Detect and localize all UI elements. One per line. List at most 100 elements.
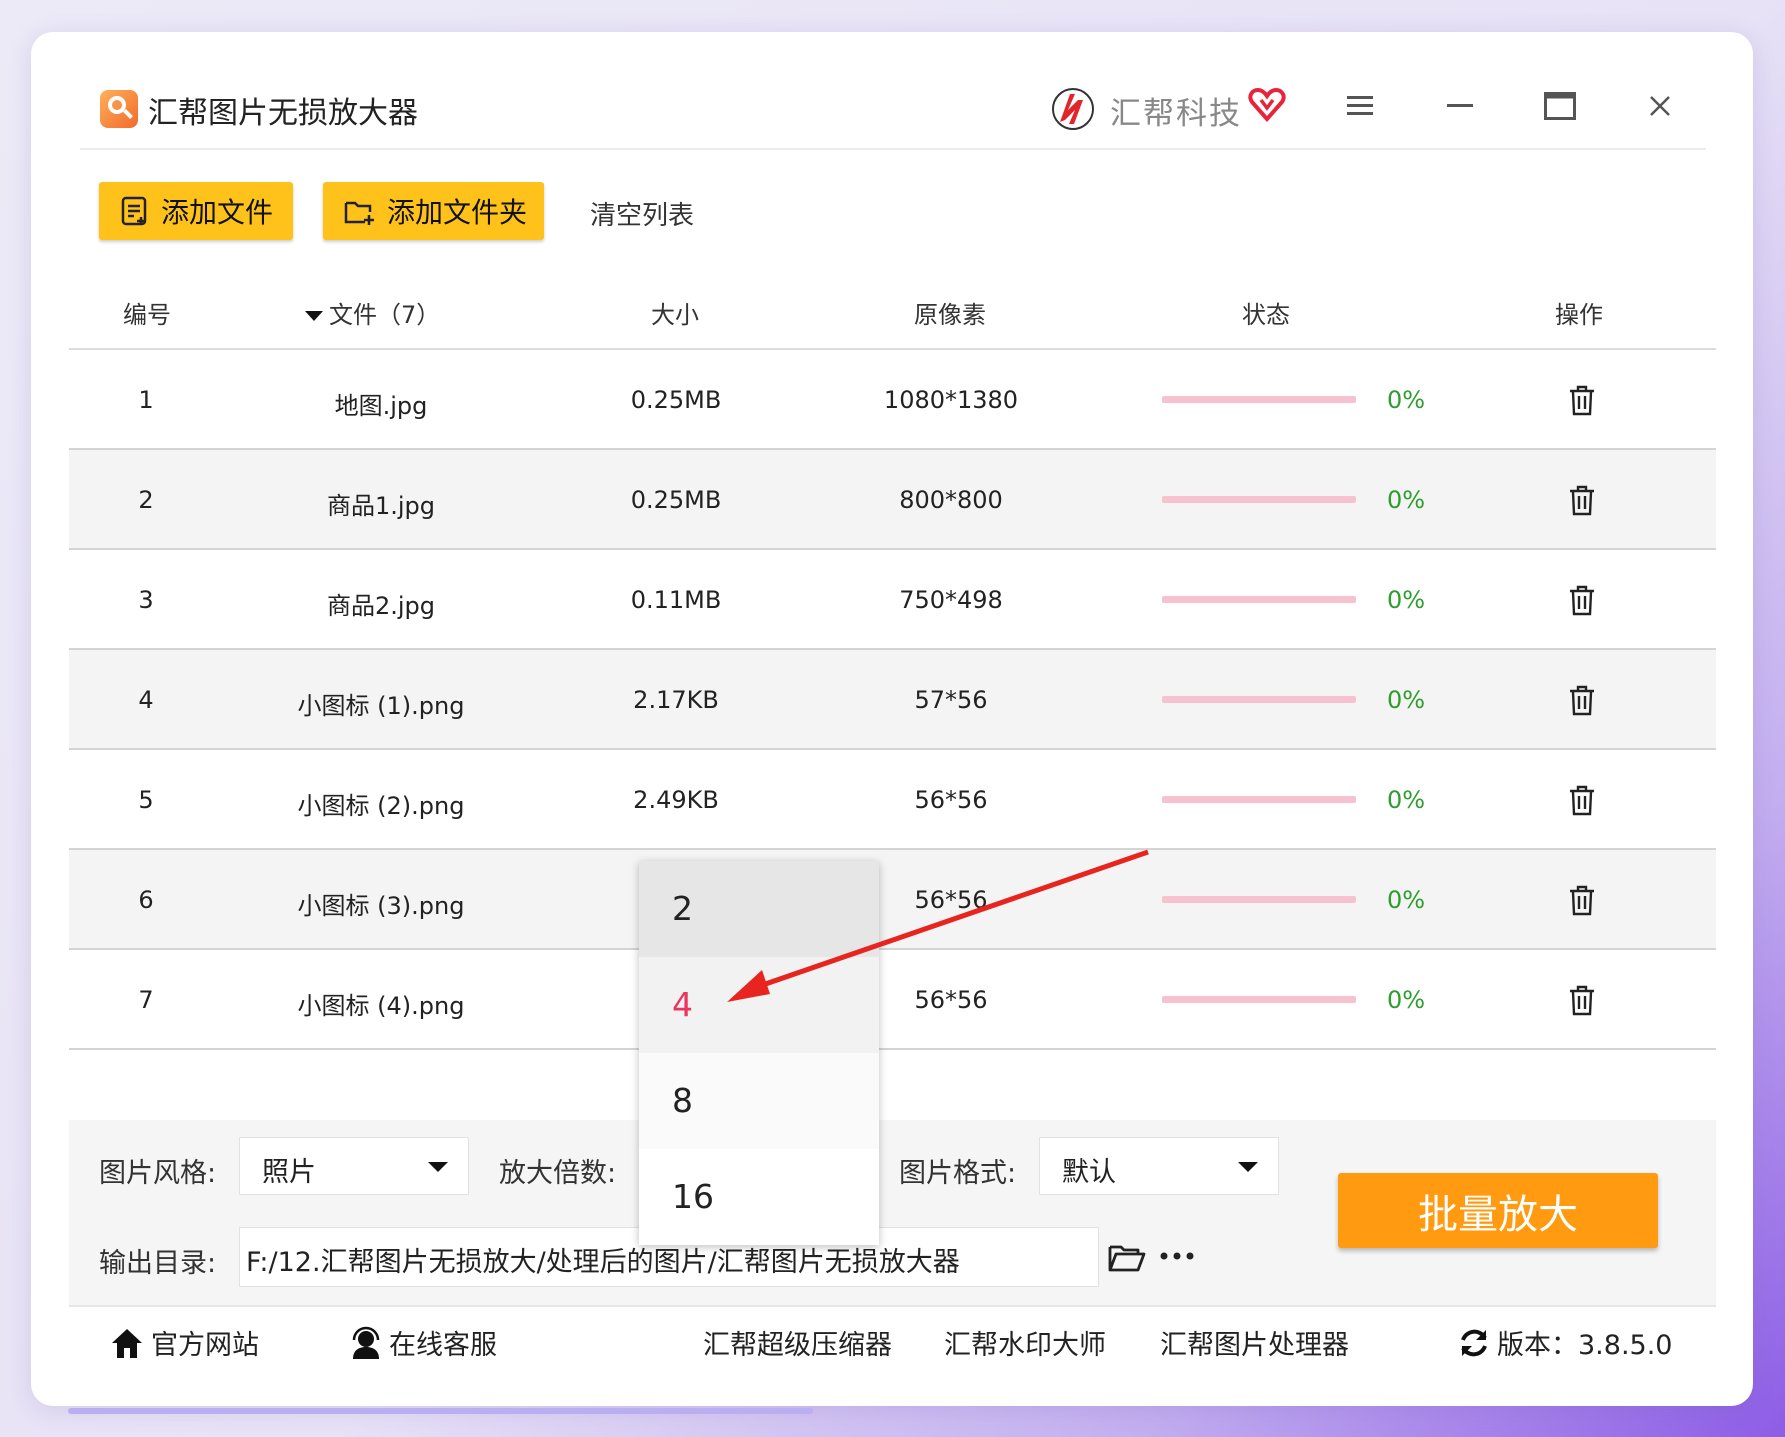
style-label: 图片风格: — [99, 1158, 217, 1189]
app-logo-icon — [100, 90, 138, 128]
trash-icon[interactable] — [1568, 684, 1596, 716]
row-file-name: 商品2.jpg — [326, 592, 436, 620]
row-pixels: 57*56 — [914, 686, 988, 714]
format-value: 默认 — [1062, 1157, 1116, 1188]
table-row[interactable]: 1 地图.jpg 0.25MB 1080*1380 0% — [69, 350, 1716, 450]
header-file[interactable]: 文件（7） — [305, 295, 440, 330]
output-label: 输出目录: — [99, 1248, 217, 1279]
header-action: 操作 — [1555, 301, 1603, 329]
batch-enlarge-button[interactable]: 批量放大 — [1338, 1173, 1658, 1248]
format-label: 图片格式: — [899, 1158, 1017, 1189]
footer: 官方网站 在线客服 汇帮超级压缩器 汇帮水印大师 汇帮图片处理器 版本：3.8.… — [69, 1305, 1716, 1375]
trash-icon[interactable] — [1568, 584, 1596, 616]
compressor-link[interactable]: 汇帮超级压缩器 — [703, 1323, 892, 1362]
trash-icon[interactable] — [1568, 884, 1596, 916]
progress-percent: 0% — [1386, 886, 1426, 914]
table-row[interactable]: 5 小图标 (2).png 2.49KB 56*56 0% — [69, 750, 1716, 850]
table-row[interactable]: 7 小图标 (4).png 56*56 0% — [69, 950, 1716, 1050]
chevron-down-icon — [1238, 1162, 1258, 1172]
progress-bar — [1162, 596, 1356, 603]
row-index: 6 — [138, 886, 154, 914]
support-label: 在线客服 — [389, 1330, 497, 1361]
row-file-name: 小图标 (4).png — [297, 992, 465, 1020]
scale-option-4[interactable]: 4 — [639, 957, 879, 1053]
row-size: 2.49KB — [633, 786, 719, 814]
row-pixels: 800*800 — [899, 486, 1003, 514]
file-table: 编号 文件（7） 大小 原像素 状态 操作 1 地图.jpg 0.25MB 1080*… — [69, 270, 1716, 1050]
menu-icon[interactable] — [1335, 86, 1385, 126]
add-folder-icon — [344, 201, 374, 225]
row-index: 2 — [138, 486, 154, 514]
progress-bar — [1162, 996, 1356, 1003]
format-select[interactable]: 默认 — [1039, 1137, 1279, 1195]
maximize-icon[interactable] — [1535, 86, 1585, 126]
home-icon — [112, 1328, 142, 1358]
table-body: 1 地图.jpg 0.25MB 1080*1380 0% 2 商品1.jpg 0.25MB 80… — [69, 350, 1716, 1050]
progress-bar — [1162, 696, 1356, 703]
scale-option-2[interactable]: 2 — [639, 861, 879, 957]
trash-icon[interactable] — [1568, 984, 1596, 1016]
progress-bar — [1162, 896, 1356, 903]
title-bar: 汇帮图片无损放大器 汇帮科技 — [80, 58, 1706, 150]
header-pixels: 原像素 — [914, 301, 986, 329]
table-row[interactable]: 2 商品1.jpg 0.25MB 800*800 0% — [69, 450, 1716, 550]
trash-icon[interactable] — [1568, 784, 1596, 816]
trash-icon[interactable] — [1568, 484, 1596, 516]
scale-option-16[interactable]: 16 — [639, 1149, 879, 1245]
header-status: 状态 — [1242, 301, 1290, 329]
progress-percent: 0% — [1386, 586, 1426, 614]
version-info[interactable]: 版本：3.8.5.0 — [1457, 1323, 1672, 1362]
row-pixels: 56*56 — [914, 786, 988, 814]
more-options-icon[interactable] — [1160, 1251, 1196, 1261]
add-folder-label: 添加文件夹 — [387, 196, 528, 229]
progress-bar — [1162, 496, 1356, 503]
website-link[interactable]: 官方网站 — [109, 1323, 259, 1362]
row-index: 7 — [138, 986, 154, 1014]
sort-caret-icon — [305, 311, 323, 321]
style-select[interactable]: 照片 — [239, 1137, 469, 1195]
header-index: 编号 — [123, 301, 171, 329]
row-pixels: 750*498 — [899, 586, 1003, 614]
support-agent-icon — [352, 1326, 380, 1359]
trash-icon[interactable] — [1568, 384, 1596, 416]
website-label: 官方网站 — [151, 1330, 259, 1361]
add-file-icon — [121, 196, 147, 226]
brand-name: 汇帮科技 — [1110, 96, 1242, 132]
watermark-link[interactable]: 汇帮水印大师 — [944, 1323, 1106, 1362]
table-row[interactable]: 3 商品2.jpg 0.11MB 750*498 0% — [69, 550, 1716, 650]
row-index: 3 — [138, 586, 154, 614]
table-row[interactable]: 4 小图标 (1).png 2.17KB 57*56 0% — [69, 650, 1716, 750]
progress-percent: 0% — [1386, 686, 1426, 714]
row-size: 0.25MB — [630, 486, 722, 514]
progress-percent: 0% — [1386, 386, 1426, 414]
chevron-down-icon — [428, 1162, 448, 1172]
row-file-name: 地图.jpg — [334, 392, 428, 420]
scale-dropdown: 2 4 8 16 — [639, 861, 879, 1245]
add-folder-button[interactable]: 添加文件夹 — [323, 182, 544, 240]
row-file-name: 小图标 (2).png — [297, 792, 465, 820]
style-value: 照片 — [262, 1157, 316, 1188]
minimize-icon[interactable] — [1435, 86, 1485, 126]
scale-option-8[interactable]: 8 — [639, 1053, 879, 1149]
brand-logo-icon — [1052, 88, 1094, 130]
row-index: 1 — [138, 386, 154, 414]
add-file-label: 添加文件 — [161, 196, 274, 229]
add-file-button[interactable]: 添加文件 — [99, 182, 293, 240]
folder-open-icon[interactable] — [1108, 1241, 1146, 1273]
version-label: 版本：3.8.5.0 — [1497, 1330, 1673, 1361]
row-size: 0.25MB — [630, 386, 722, 414]
processor-link[interactable]: 汇帮图片处理器 — [1160, 1323, 1349, 1362]
progress-percent: 0% — [1386, 486, 1426, 514]
close-icon[interactable] — [1635, 86, 1685, 126]
row-index: 4 — [138, 686, 154, 714]
support-link[interactable]: 在线客服 — [349, 1323, 497, 1362]
refresh-icon — [1461, 1329, 1487, 1356]
row-pixels: 56*56 — [914, 886, 988, 914]
scroll-indicator — [68, 1408, 813, 1414]
scale-label: 放大倍数: — [499, 1158, 617, 1189]
clear-list-button[interactable]: 清空列表 — [590, 195, 694, 232]
progress-bar — [1162, 396, 1356, 403]
table-row[interactable]: 6 小图标 (3).png 56*56 0% — [69, 850, 1716, 950]
row-file-name: 商品1.jpg — [326, 492, 436, 520]
heart-icon[interactable] — [1248, 88, 1286, 122]
